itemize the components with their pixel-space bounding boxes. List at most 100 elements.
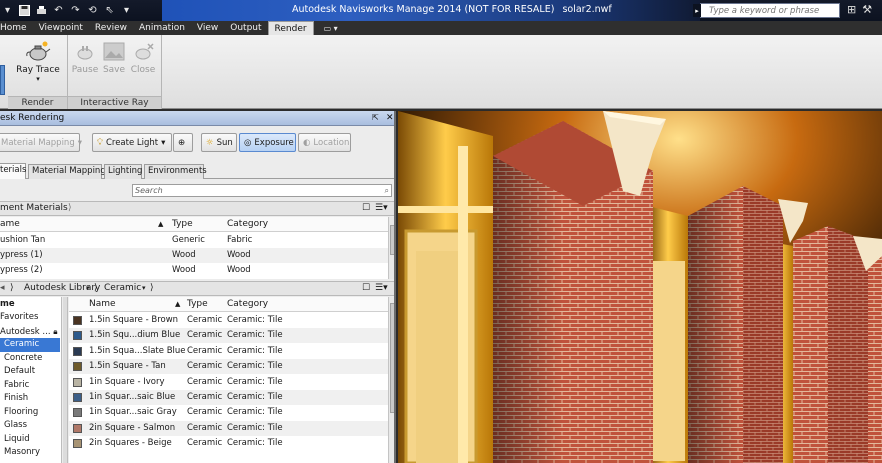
sun-button[interactable]: ☼ Sun — [201, 133, 237, 152]
redo-icon[interactable]: ↷ — [69, 4, 82, 17]
column-category[interactable]: Category — [227, 217, 268, 231]
table-row[interactable]: 2in Squares - Beige Ceramic Ceramic: Tile — [69, 436, 388, 451]
tab-viewpoint[interactable]: Viewpoint — [33, 21, 89, 35]
cell-category: Ceramic: Tile — [227, 407, 283, 418]
tab-environments[interactable]: Environments — [144, 164, 207, 179]
save-image-button[interactable]: Save — [100, 39, 128, 75]
chevron-down-icon[interactable]: ▾ — [1, 4, 14, 17]
column-type[interactable]: Type — [187, 297, 208, 311]
location-icon: ◐ — [303, 137, 311, 148]
grid-header: ame ▲ Type Category — [0, 217, 388, 232]
table-row[interactable]: 1in Squar...saic Blue Ceramic Ceramic: Til… — [69, 390, 388, 405]
view-toggle-icon[interactable]: ☐ — [362, 282, 370, 295]
tab-output[interactable]: Output — [224, 21, 267, 35]
library-scrollbar[interactable] — [388, 297, 394, 463]
tab-review[interactable]: Review — [89, 21, 133, 35]
tree-item-liquid[interactable]: Liquid — [0, 433, 30, 447]
cell-category: Ceramic: Tile — [227, 330, 283, 341]
chevron-down-icon[interactable]: ▾ — [142, 282, 146, 295]
cell-name: 1.5in Square - Brown — [89, 315, 179, 325]
ray-trace-button[interactable]: Ray Trace ▾ — [16, 39, 60, 83]
qat-dropdown-icon[interactable]: ▾ — [120, 4, 133, 17]
tab-lighting[interactable]: Lighting — [104, 164, 142, 179]
rendered-scene — [398, 111, 882, 463]
sort-asc-icon[interactable]: ▲ — [175, 297, 180, 311]
close-ray-trace-button[interactable]: Close — [128, 39, 158, 75]
list-options-icon[interactable]: ☰▾ — [375, 282, 388, 295]
breadcrumb-separator-icon: ⟩ — [68, 203, 72, 213]
tab-home[interactable]: Home — [0, 21, 33, 35]
light-glyph-button[interactable]: ⊕ — [173, 133, 193, 152]
tree-item-finish[interactable]: Finish — [0, 392, 28, 406]
cell-name: 2in Squares - Beige — [89, 438, 172, 449]
refresh-icon[interactable]: ⟲ — [86, 4, 99, 17]
undo-icon[interactable]: ↶ — [52, 4, 65, 17]
table-row[interactable]: 1in Squar...saic Gray Ceramic Ceramic: Til… — [69, 405, 388, 420]
tree-item-glass[interactable]: Glass — [0, 419, 27, 433]
tree-item-favorites[interactable]: Favorites — [0, 311, 38, 325]
binoculars-icon[interactable]: ⊞ — [847, 3, 856, 16]
wrench-icon[interactable]: ⚒ — [862, 3, 872, 16]
tab-render[interactable]: Render — [267, 21, 314, 35]
cell-type: Ceramic — [187, 330, 223, 341]
table-row[interactable]: 1.5in Squa...Slate Blue Ceramic Ceramic: T… — [69, 344, 388, 359]
tab-material-mapping[interactable]: Material Mapping — [28, 164, 106, 179]
column-name[interactable]: Name — [89, 297, 116, 311]
search-expand-icon[interactable]: ▸ — [693, 4, 701, 17]
tree-item-fabric[interactable]: Fabric — [0, 379, 29, 393]
table-row[interactable]: ypress (2) Wood Wood — [0, 263, 388, 278]
column-name[interactable]: ame — [0, 217, 20, 231]
pin-icon[interactable]: ⇱ — [372, 111, 379, 125]
tab-animation[interactable]: Animation — [133, 21, 191, 35]
pause-button[interactable]: Pause — [70, 39, 100, 75]
table-row[interactable]: ushion Tan Generic Fabric — [0, 233, 388, 248]
select-cursor-icon[interactable]: ⇖ — [103, 4, 116, 17]
search-icon[interactable]: ⌕ — [385, 185, 389, 196]
tree-item-flooring[interactable]: Flooring — [0, 406, 38, 420]
tab-view[interactable]: View — [191, 21, 224, 35]
tree-item-default[interactable]: Default — [0, 365, 35, 379]
render-viewport[interactable] — [398, 111, 882, 463]
exposure-button[interactable]: ◎ Exposure — [239, 133, 296, 152]
tree-item-autodesk-library[interactable]: Autodesk ... 🔒︎ — [0, 325, 58, 339]
tree-item-concrete[interactable]: Concrete — [0, 352, 42, 366]
table-row[interactable]: 2in Square - Salmon Ceramic Ceramic: Tile — [69, 420, 388, 436]
save-icon[interactable] — [18, 4, 31, 17]
list-options-icon[interactable]: ☰▾ — [375, 202, 388, 215]
table-row[interactable]: 1.5in Square - Tan Ceramic Ceramic: Tile — [69, 359, 388, 375]
document-materials-scrollbar[interactable] — [388, 217, 394, 279]
light-bulb-icon: 💡︎ — [97, 137, 103, 148]
tree-item-masonry[interactable]: Masonry — [0, 446, 40, 460]
cell-category: Ceramic: Tile — [227, 361, 283, 372]
view-toggle-icon[interactable]: ☐ — [362, 202, 370, 215]
scrollbar-thumb[interactable] — [390, 303, 394, 413]
material-mapping-button[interactable]: Material Mapping ▾ — [0, 133, 82, 152]
table-row[interactable]: 1.5in Square - Brown Ceramic Ceramic: Tile — [69, 313, 388, 328]
tree-splitter[interactable] — [63, 297, 68, 463]
table-row[interactable]: 1in Square - Ivory Ceramic Ceramic: Tile — [69, 375, 388, 390]
library-breadcrumb: ◂ ⟩ Autodesk Library ▾ ⟩ Ceramic ▾ ⟩ ☐ ☰… — [0, 281, 394, 296]
close-icon[interactable]: ✕ — [386, 111, 394, 125]
collapsed-panel-stub[interactable] — [0, 65, 5, 95]
library-back-icon[interactable]: ◂ — [0, 282, 5, 295]
column-category[interactable]: Category — [227, 297, 268, 311]
help-search-input[interactable] — [701, 4, 839, 17]
column-type[interactable]: Type — [172, 217, 193, 231]
breadcrumb-document-materials[interactable]: ment Materials — [0, 202, 68, 215]
chevron-down-icon[interactable]: ▾ — [86, 282, 90, 295]
location-button[interactable]: ◐ Location — [298, 133, 351, 152]
table-row[interactable]: ypress (1) Wood Wood — [0, 248, 388, 263]
location-label: Location — [313, 137, 350, 148]
tab-materials[interactable]: terials — [0, 163, 26, 179]
material-search-input[interactable]: Search ⌕ — [132, 184, 392, 197]
tree-item-ceramic[interactable]: Ceramic — [0, 338, 60, 352]
print-icon[interactable] — [35, 4, 48, 17]
title-bar: ▾ ↶ ↷ ⟲ ⇖ ▾ Autodesk Navisworks Manage 2… — [0, 0, 882, 21]
table-row[interactable]: 1.5in Squ...dium Blue Ceramic Ceramic: Til… — [69, 328, 388, 344]
ribbon-minimize-icon[interactable]: ▭ ▾ — [314, 21, 344, 35]
scrollbar-thumb[interactable] — [390, 225, 394, 255]
breadcrumb-ceramic[interactable]: Ceramic — [104, 282, 141, 295]
material-swatch-icon — [73, 408, 82, 418]
create-light-button[interactable]: 💡︎ Create Light ▾ — [92, 133, 172, 152]
sort-asc-icon[interactable]: ▲ — [158, 217, 163, 231]
